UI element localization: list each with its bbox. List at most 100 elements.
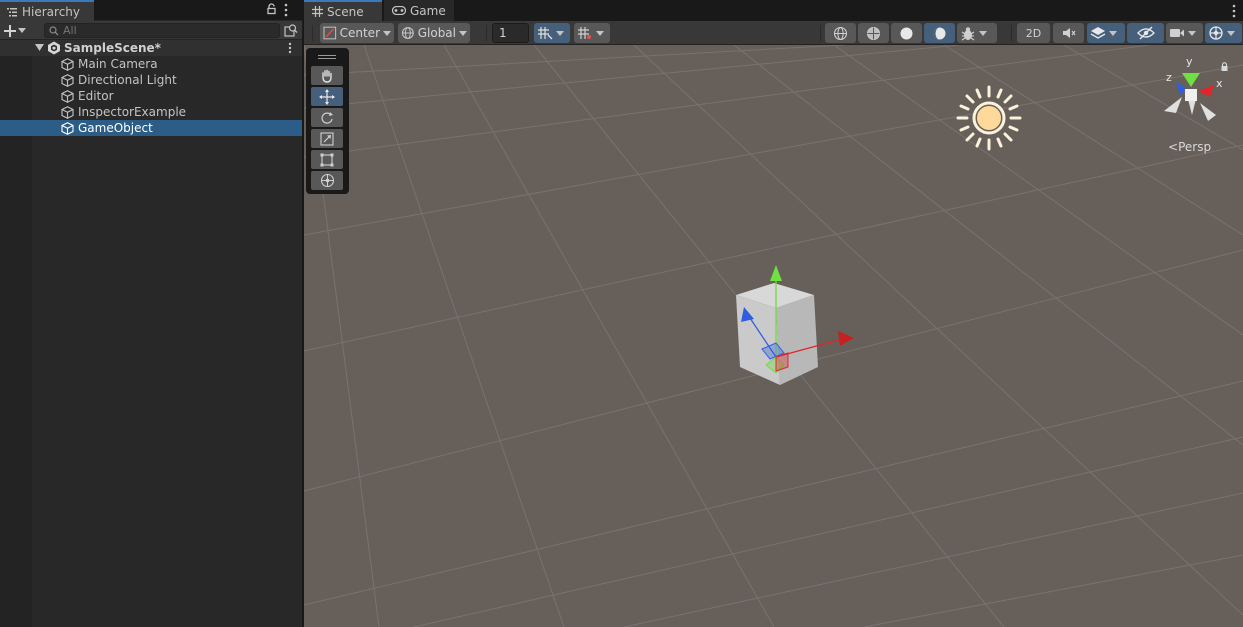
plus-icon <box>4 24 16 37</box>
chevron-down-icon <box>459 30 467 36</box>
transform-tools-overlay[interactable] <box>306 48 349 194</box>
pivot-mode-label: Center <box>339 26 380 40</box>
grid-snap-icon <box>538 27 553 40</box>
scene-viewport[interactable]: y x z <Persp <box>304 45 1243 627</box>
chevron-down-icon <box>596 30 604 36</box>
rect-tool-button[interactable] <box>311 150 343 169</box>
hierarchy-tree: SampleScene* Main Camera Directional Ligh… <box>0 40 302 627</box>
grid-snap-toggle[interactable] <box>534 23 570 43</box>
lock-icon[interactable] <box>266 3 277 15</box>
lit-shading-button[interactable] <box>924 23 955 43</box>
grid-icon <box>312 6 323 17</box>
gameobject-cube-icon <box>61 122 74 135</box>
hierarchy-item[interactable]: Editor <box>0 88 302 104</box>
pivot-center-icon <box>323 26 337 40</box>
scene-menu-icon[interactable] <box>287 41 293 55</box>
chevron-down-icon <box>1109 30 1117 36</box>
rect-transform-icon <box>320 153 334 166</box>
toolbar-separator <box>1011 25 1012 41</box>
audio-toggle[interactable] <box>1053 23 1084 43</box>
toolbar-grip <box>312 25 313 41</box>
gameobject-cube-icon <box>61 74 74 87</box>
scene-orientation-gizmo[interactable]: y x z <box>1154 53 1222 129</box>
rotate-tool-button[interactable] <box>311 108 343 127</box>
hierarchy-tab[interactable]: Hierarchy <box>0 0 94 21</box>
gameobject-cube-icon <box>61 58 74 71</box>
toolbar-separator <box>820 25 821 41</box>
scene-filter-icon[interactable] <box>284 23 298 37</box>
gamepad-icon <box>392 6 406 15</box>
directional-light-gizmo[interactable] <box>956 85 1022 151</box>
scene-root-row[interactable]: SampleScene* <box>0 40 302 56</box>
more-options-icon[interactable] <box>283 3 289 17</box>
shaded-wireframe-button[interactable] <box>858 23 889 43</box>
space-mode-label: Global <box>417 26 456 40</box>
grid-visibility-toggle[interactable] <box>574 23 610 43</box>
scale-tool-button[interactable] <box>311 129 343 148</box>
2d-mode-toggle[interactable]: 2D <box>1017 23 1050 43</box>
scene-name: SampleScene* <box>64 41 161 55</box>
chevron-down-icon <box>383 30 391 36</box>
move-arrows-icon <box>319 88 335 105</box>
overlay-drag-handle[interactable] <box>318 55 336 56</box>
solid-sphere-icon <box>900 27 913 39</box>
hierarchy-item[interactable]: GameObject <box>0 120 302 136</box>
gameobject-cube-icon <box>61 106 74 119</box>
hierarchy-item-label: Editor <box>78 89 114 103</box>
space-mode-dropdown[interactable]: Global <box>398 23 470 43</box>
snap-increment-field[interactable]: 1 <box>492 23 529 43</box>
hierarchy-item[interactable]: InspectorExample <box>0 104 302 120</box>
hierarchy-search-field[interactable] <box>44 23 280 38</box>
effects-dropdown[interactable] <box>1087 23 1125 43</box>
bug-icon <box>961 26 975 40</box>
gizmo-x-label: x <box>1216 77 1222 90</box>
create-dropdown-button[interactable] <box>4 22 34 39</box>
snap-increment-value: 1 <box>499 26 507 40</box>
wireframe-shading-button[interactable] <box>825 23 856 43</box>
hand-icon <box>322 69 332 83</box>
debug-draw-mode-dropdown[interactable] <box>957 23 997 43</box>
hierarchy-panel: Hierarchy All SampleScene* Main Camera D… <box>0 0 302 627</box>
chevron-down-icon <box>979 30 987 36</box>
scene-visibility-toggle[interactable] <box>1127 23 1164 43</box>
gameobject-cube[interactable] <box>724 263 864 393</box>
toolbar-separator <box>486 25 487 41</box>
tab-game-label: Game <box>410 3 446 18</box>
hierarchy-item[interactable]: Directional Light <box>0 72 302 88</box>
lit-sphere-icon <box>933 27 946 39</box>
chevron-down-icon <box>18 28 26 33</box>
transform-tool-button[interactable] <box>311 171 343 190</box>
globe-icon <box>401 27 414 39</box>
camera-settings-dropdown[interactable] <box>1166 23 1203 43</box>
scene-toolbar: Center Global 1 2D <box>304 21 1243 45</box>
projection-label: Persp <box>1178 140 1212 154</box>
pivot-mode-dropdown[interactable]: Center <box>320 23 394 43</box>
tab-game[interactable]: Game <box>384 0 454 21</box>
more-options-icon[interactable] <box>1231 4 1237 18</box>
unity-scene-icon <box>48 41 60 55</box>
chevron-down-icon <box>556 30 564 36</box>
foldout-arrow-icon[interactable] <box>35 44 44 51</box>
transform-all-icon <box>320 173 334 188</box>
chevron-down-icon <box>1227 30 1235 36</box>
tab-scene[interactable]: Scene <box>304 0 382 21</box>
hierarchy-tab-bar: Hierarchy <box>0 0 302 21</box>
grid-visibility-icon <box>578 27 592 40</box>
2d-mode-label: 2D <box>1025 26 1042 40</box>
gameobject-cube-icon <box>61 90 74 103</box>
gizmos-dropdown[interactable] <box>1205 23 1242 43</box>
move-tool-button[interactable] <box>311 87 343 106</box>
list-icon <box>7 7 17 16</box>
shaded-button[interactable] <box>891 23 922 43</box>
hierarchy-tab-label: Hierarchy <box>22 4 81 19</box>
hierarchy-item[interactable]: Main Camera <box>0 56 302 72</box>
video-camera-icon <box>1170 29 1184 37</box>
gizmo-lock-icon[interactable] <box>1220 62 1229 72</box>
rotate-icon <box>321 111 333 124</box>
hierarchy-search-input[interactable] <box>63 24 263 37</box>
hierarchy-toolbar <box>0 21 302 40</box>
projection-toggle[interactable]: <Persp <box>1168 140 1211 154</box>
gizmo-y-label: y <box>1186 55 1193 68</box>
hand-tool-button[interactable] <box>311 66 343 85</box>
tab-scene-label: Scene <box>327 4 364 19</box>
